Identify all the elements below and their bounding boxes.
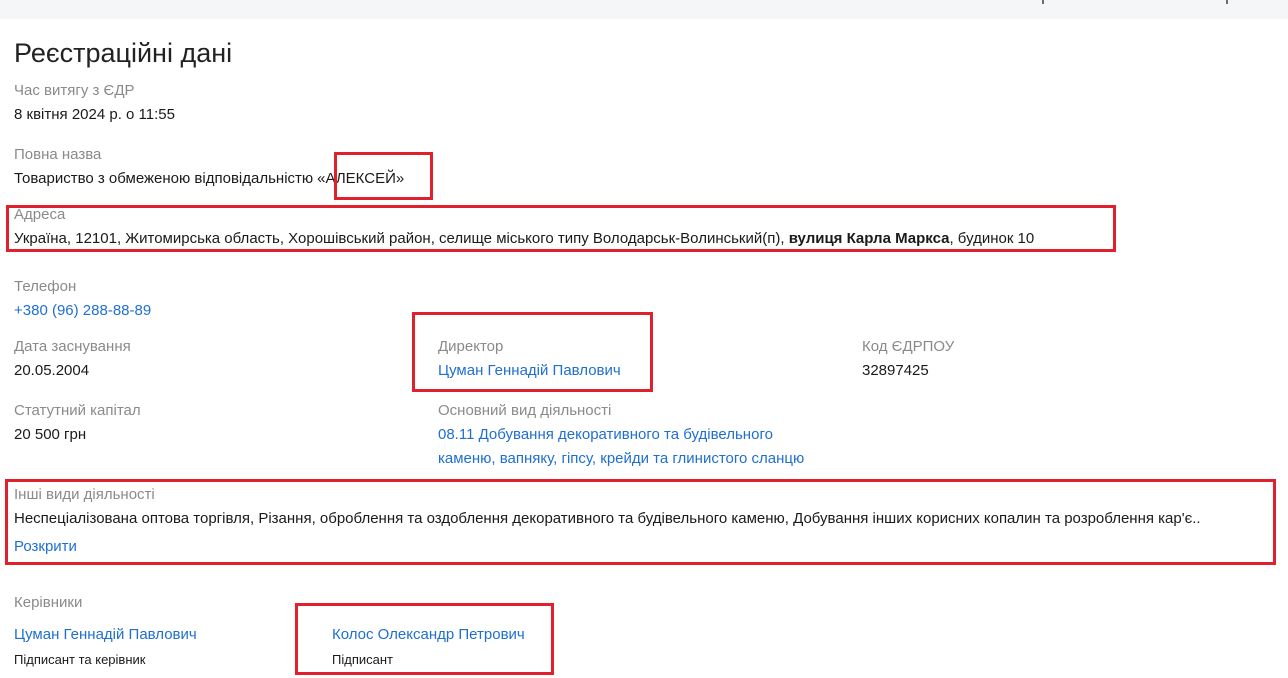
highlight-box-other-activities [5, 479, 1276, 565]
extract-time-value: 8 квітня 2024 р. о 11:55 [14, 106, 175, 123]
managers-label: Керівники [14, 594, 83, 611]
top-strip-mark [1226, 0, 1228, 4]
top-strip-mark [1042, 0, 1044, 4]
highlight-box-manager [295, 603, 554, 675]
manager-name-link[interactable]: Цуман Геннадій Павлович [14, 626, 197, 643]
edrpou-value: 32897425 [862, 362, 929, 379]
founding-date-value: 20.05.2004 [14, 362, 90, 379]
highlight-box-address [6, 205, 1116, 252]
page-title: Реєстраційні дані [14, 38, 233, 68]
main-activity-label: Основний вид діяльності [438, 402, 612, 419]
founding-date-label: Дата заснування [14, 338, 131, 355]
main-activity-link-line-2[interactable]: каменю, вапняку, гіпсу, крейди та глинис… [438, 450, 804, 467]
phone-label: Телефон [14, 278, 77, 295]
highlight-box-company-name [334, 152, 433, 200]
top-strip [0, 0, 1288, 19]
main-activity-link-line-1[interactable]: 08.11 Добування декоративного та будівел… [438, 426, 773, 443]
highlight-box-director [412, 312, 653, 392]
edrpou-label: Код ЄДРПОУ [862, 338, 955, 355]
full-name-prefix: Товариство з обмеженою відповідальністю [14, 170, 314, 187]
phone-link[interactable]: +380 (96) 288-88-89 [14, 302, 151, 319]
extract-time-label: Час витягу з ЄДР [14, 82, 135, 99]
capital-label: Статутний капітал [14, 402, 141, 419]
capital-value: 20 500 грн [14, 426, 87, 443]
manager-role: Підписант та керівник [14, 652, 146, 667]
full-name-label: Повна назва [14, 146, 102, 163]
